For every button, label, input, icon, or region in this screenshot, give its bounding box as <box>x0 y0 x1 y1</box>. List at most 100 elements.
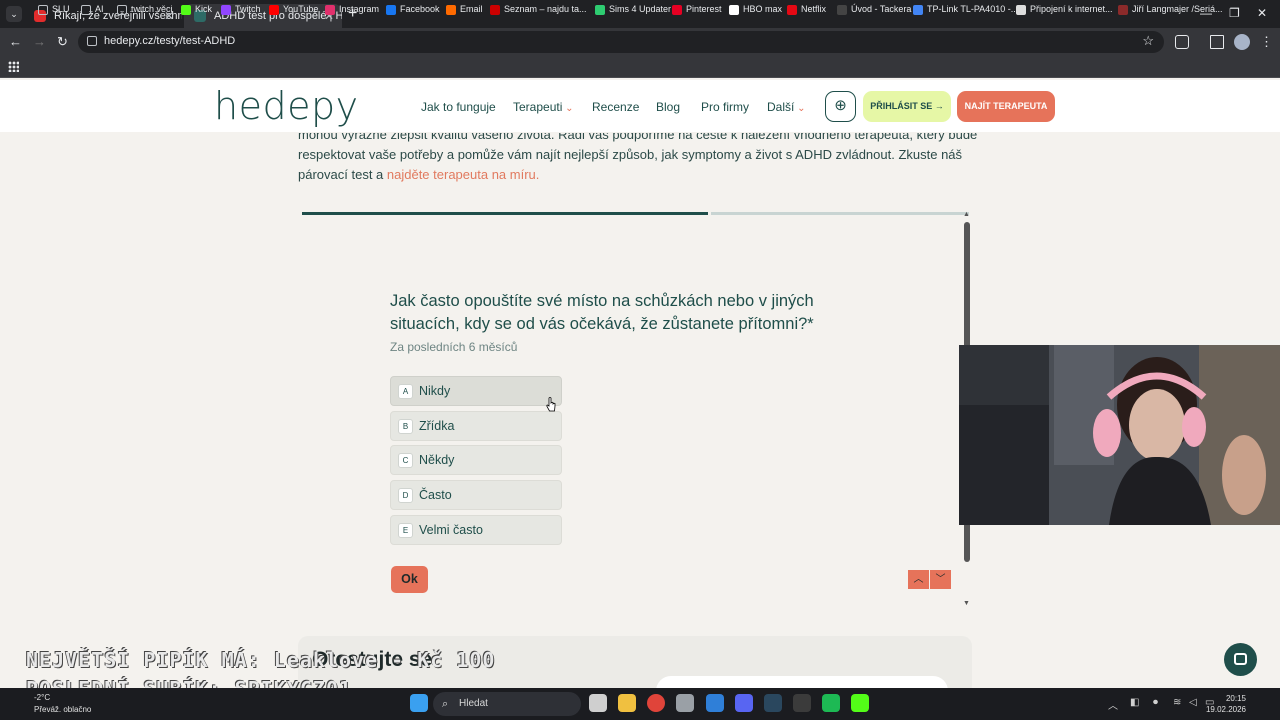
nav-reviews[interactable]: Recenze <box>592 100 639 114</box>
ok-button[interactable]: Ok <box>391 566 428 593</box>
bookmark-item[interactable]: Pinterest <box>672 4 722 15</box>
weather-desc[interactable]: Převáž. oblačno <box>34 705 91 714</box>
bookmark-item[interactable]: YouTube <box>269 4 318 15</box>
folder-icon <box>81 5 91 15</box>
back-button[interactable]: ← <box>9 34 22 50</box>
chrome-icon[interactable] <box>647 694 665 712</box>
reload-button[interactable]: ↻ <box>57 34 68 50</box>
bookmark-label: Facebook <box>400 4 440 14</box>
quiz-subtitle: Za posledních 6 měsíců <box>390 340 518 354</box>
clock-date[interactable]: 19.02.2026 <box>1206 705 1246 714</box>
scroll-down-arrow[interactable]: ▼ <box>963 600 970 607</box>
nav-more[interactable]: Další ⌄ <box>767 100 806 114</box>
email-icon <box>446 5 456 15</box>
site-info-icon[interactable] <box>87 36 97 46</box>
answer-option-a[interactable]: A Nikdy <box>390 376 562 406</box>
option-key: E <box>398 523 413 538</box>
bookmark-label: Pinterest <box>686 4 722 14</box>
bookmark-item[interactable]: AI <box>81 4 104 15</box>
nav-therapists-label: Terapeuti <box>513 100 563 114</box>
bookmark-item[interactable]: Úvod - Tackera <box>837 4 912 15</box>
obs-icon[interactable] <box>793 694 811 712</box>
microphone-icon[interactable]: ⏺ <box>1153 697 1158 708</box>
bookmark-item[interactable]: Netflix <box>787 4 827 15</box>
search-icon: ⌕ <box>442 698 449 710</box>
option-label: Často <box>419 488 452 502</box>
bookmark-label: Netflix <box>801 4 827 14</box>
chevron-down-icon: ⌄ <box>794 103 806 114</box>
previous-question-button[interactable]: ︿ <box>908 570 929 589</box>
bookmark-item[interactable]: Twitch <box>221 4 261 15</box>
bookmark-item[interactable]: twitch věci <box>117 4 173 15</box>
nav-more-label: Další <box>767 100 795 114</box>
weather-temp[interactable]: -2°C <box>34 693 50 702</box>
address-bar[interactable]: hedepy.cz/testy/test-ADHD ☆ <box>78 31 1164 53</box>
instagram-icon <box>325 5 335 15</box>
find-therapist-link[interactable]: najděte terapeuta na míru. <box>387 167 540 182</box>
hedepy-logo[interactable]: hedepy <box>214 84 359 128</box>
page-icon <box>1016 5 1026 15</box>
bookmark-item[interactable]: Instagram <box>325 4 379 15</box>
settings-icon[interactable] <box>676 694 694 712</box>
next-question-button[interactable]: ﹀ <box>930 570 951 589</box>
find-therapist-button[interactable]: NAJÍT TERAPEUTA <box>957 91 1055 122</box>
window-close-button[interactable]: ✕ <box>1257 6 1267 20</box>
profile-avatar[interactable] <box>1234 34 1250 50</box>
bookmark-item[interactable]: HBO max <box>729 4 782 15</box>
nav-blog[interactable]: Blog <box>656 100 680 114</box>
windows-icon[interactable] <box>410 694 428 712</box>
nav-how-it-works[interactable]: Jak to funguje <box>421 100 496 114</box>
volume-icon[interactable]: ◁ <box>1189 697 1197 708</box>
steam-icon[interactable] <box>764 694 782 712</box>
clock-time[interactable]: 20:15 <box>1226 694 1246 703</box>
kick-icon[interactable] <box>851 694 869 712</box>
media-icon[interactable] <box>1210 35 1224 49</box>
login-button[interactable]: PŘIHLÁSIT SE → <box>863 91 951 122</box>
scroll-up-arrow[interactable]: ▲ <box>963 211 970 218</box>
nav-for-companies[interactable]: Pro firmy <box>701 100 749 114</box>
bookmark-item[interactable]: TP-Link TL-PA4010 -... <box>913 4 1018 15</box>
bookmark-item[interactable]: Seznam – najdu ta... <box>490 4 587 15</box>
bookmark-item[interactable]: SLU <box>38 4 70 15</box>
bookmark-item[interactable]: Jiří Langmajer /Seriá... <box>1118 4 1223 15</box>
chat-widget-button[interactable] <box>1224 643 1257 676</box>
bookmark-label: Jiří Langmajer /Seriá... <box>1132 4 1223 14</box>
maximize-button[interactable]: ❐ <box>1229 6 1240 20</box>
answer-option-b[interactable]: B Zřídka <box>390 411 562 441</box>
discord-icon[interactable] <box>735 694 753 712</box>
taskview-icon[interactable] <box>589 694 607 712</box>
spotify-icon[interactable] <box>822 694 840 712</box>
apps-grid-icon[interactable] <box>8 61 19 72</box>
forward-button[interactable]: → <box>33 34 46 50</box>
language-globe-icon[interactable]: ⊕ <box>825 91 856 122</box>
taskbar-search-label: Hledat <box>459 698 488 709</box>
google-icon <box>913 5 923 15</box>
intro-line-2: respektovat vaše potřeby a pomůže vám na… <box>298 147 963 162</box>
bookmark-item[interactable]: Email <box>446 4 483 15</box>
bookmark-item[interactable]: Facebook <box>386 4 440 15</box>
wifi-icon[interactable]: ≋ <box>1173 697 1181 708</box>
nav-therapists[interactable]: Terapeuti ⌄ <box>513 100 574 114</box>
bookmark-label: Seznam – najdu ta... <box>504 4 587 14</box>
bookmark-label: Úvod - Tackera <box>851 4 912 14</box>
tray-app-icon[interactable]: ◧ <box>1130 697 1139 708</box>
answer-option-e[interactable]: E Velmi často <box>390 515 562 545</box>
taskbar-search[interactable]: ⌕ Hledat <box>433 692 581 716</box>
answer-option-c[interactable]: C Někdy <box>390 445 562 475</box>
bookmark-label: Twitch <box>235 4 261 14</box>
option-key: A <box>398 384 413 399</box>
bookmark-item[interactable]: Sims 4 Updater <box>595 4 671 15</box>
tab-search-button[interactable]: ⌄ <box>6 6 22 22</box>
bookmarks-bar <box>0 56 1280 78</box>
store-icon[interactable] <box>706 694 724 712</box>
files-icon[interactable] <box>618 694 636 712</box>
bookmark-item[interactable]: Kick <box>181 4 212 15</box>
pinterest-icon <box>672 5 682 15</box>
menu-icon[interactable]: ⋮ <box>1260 34 1273 50</box>
tray-overflow-icon[interactable]: ︿ <box>1108 697 1118 712</box>
bookmark-item[interactable]: Připojení k internet... <box>1016 4 1113 15</box>
bookmark-star-icon[interactable]: ☆ <box>1142 33 1154 49</box>
chevron-down-icon: ⌄ <box>562 103 574 114</box>
extensions-icon[interactable] <box>1175 35 1189 49</box>
answer-option-d[interactable]: D Často <box>390 480 562 510</box>
